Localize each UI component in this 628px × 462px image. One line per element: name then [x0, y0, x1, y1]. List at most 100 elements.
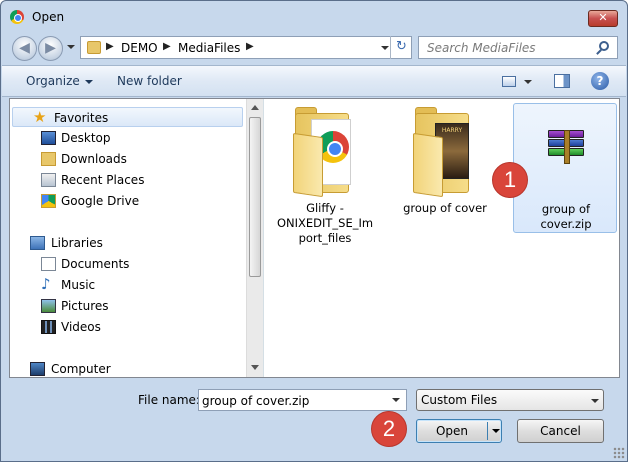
file-label-line: port_files	[298, 231, 352, 245]
sidebar-item-label: Music	[61, 278, 96, 292]
folder-chrome-icon	[293, 107, 355, 198]
step-badge-2: 2	[371, 411, 407, 447]
scrollbar-thumb[interactable]	[249, 117, 261, 277]
folder-front	[293, 132, 323, 198]
refresh-icon[interactable]: ↻	[390, 36, 412, 59]
computer-icon	[30, 362, 45, 376]
navigation-pane-scrollbar[interactable]	[246, 99, 263, 377]
sidebar-item-desktop[interactable]: Desktop	[10, 128, 245, 148]
sidebar-item-music[interactable]: ♪ Music	[10, 275, 245, 295]
sidebar-item-videos[interactable]: Videos	[10, 317, 245, 337]
step-badge-1: 1	[492, 162, 528, 198]
views-chevron-down-icon[interactable]	[524, 80, 532, 84]
star-icon: ★	[33, 108, 47, 126]
open-options-chevron-down-icon[interactable]	[492, 429, 500, 433]
forward-button[interactable]: ▶	[38, 36, 63, 61]
filename-label: File name:	[138, 393, 200, 407]
filename-field[interactable]	[198, 389, 407, 411]
google-drive-icon	[41, 194, 56, 208]
file-label-line: ONIXEDIT_SE_Im	[276, 216, 374, 230]
filename-chevron-down-icon[interactable]	[392, 398, 400, 402]
resize-grip[interactable]	[613, 447, 625, 459]
sidebar-item-pictures[interactable]: Pictures	[10, 296, 245, 316]
open-button[interactable]: Open	[416, 419, 502, 443]
file-item-gliffy-folder[interactable]: Gliffy - ONIXEDIT_SE_Im port_files	[273, 103, 377, 245]
content-area: ★ Favorites Desktop Downloads Recent Pla…	[9, 98, 620, 378]
sidebar-item-recent-places[interactable]: Recent Places	[10, 170, 245, 190]
sidebar-item-favorites[interactable]: ★ Favorites	[12, 107, 243, 127]
libraries-icon	[30, 236, 45, 250]
chevron-down-icon	[84, 79, 93, 84]
preview-pane-icon[interactable]	[554, 74, 570, 88]
search-input[interactable]: Search MediaFiles	[418, 36, 618, 59]
change-view-icon[interactable]	[502, 76, 516, 87]
breadcrumb-separator[interactable]: ▶	[163, 41, 171, 52]
file-label: group of cover.zip	[514, 202, 618, 232]
navigation-pane: ★ Favorites Desktop Downloads Recent Pla…	[10, 99, 264, 377]
sidebar-item-libraries[interactable]: Libraries	[10, 233, 245, 253]
sidebar-item-google-drive[interactable]: Google Drive	[10, 191, 245, 211]
documents-icon	[41, 257, 56, 271]
command-toolbar: Organize New folder ?	[2, 65, 626, 97]
recent-locations-chevron-down-icon[interactable]	[67, 45, 75, 49]
file-list: Gliffy - ONIXEDIT_SE_Im port_files HARRY…	[265, 99, 619, 377]
file-label-line: group of	[541, 202, 591, 216]
address-chevron-down-icon[interactable]	[381, 46, 389, 50]
address-bar[interactable]: ▶ DEMO ▶ MediaFiles ▶ ↻	[80, 36, 412, 59]
file-label-line: group of cover	[403, 201, 487, 215]
scroll-up-icon[interactable]	[251, 105, 259, 110]
sidebar-item-documents[interactable]: Documents	[10, 254, 245, 274]
desktop-icon	[41, 131, 56, 145]
file-label-line: Gliffy -	[306, 201, 344, 215]
organize-button[interactable]: Organize	[26, 74, 93, 88]
organize-label: Organize	[26, 74, 80, 88]
navigation-bar: ◀ ▶ ▶ DEMO ▶ MediaFiles ▶ ↻ Search Media…	[1, 31, 627, 63]
window-title: Open	[32, 10, 65, 24]
breadcrumb-separator[interactable]: ▶	[246, 41, 254, 52]
videos-icon	[41, 320, 56, 334]
sidebar-item-label: Desktop	[61, 131, 111, 145]
file-label-line: cover.zip	[540, 217, 592, 231]
sidebar-item-label: Videos	[61, 320, 101, 334]
file-item-group-of-cover-zip[interactable]: group of cover.zip	[513, 103, 617, 233]
folder-book-icon: HARRY	[413, 107, 475, 198]
recent-places-icon	[41, 173, 56, 187]
filename-input[interactable]	[202, 393, 382, 408]
breadcrumb-mediafiles[interactable]: MediaFiles	[178, 41, 240, 55]
folder-icon	[87, 41, 101, 54]
file-type-select[interactable]: Custom Files	[416, 389, 604, 411]
cancel-button[interactable]: Cancel	[517, 419, 604, 443]
folder-front	[413, 132, 443, 198]
search-icon[interactable]	[599, 41, 609, 51]
chevron-down-icon	[591, 399, 599, 403]
open-dialog: Open ✕ ◀ ▶ ▶ DEMO ▶ MediaFiles ▶ ↻ Searc…	[0, 0, 628, 462]
new-folder-button[interactable]: New folder	[117, 74, 182, 88]
sidebar-item-label: Libraries	[51, 236, 103, 250]
scroll-down-icon[interactable]	[251, 365, 259, 370]
sidebar-item-label: Computer	[51, 362, 111, 376]
pictures-icon	[41, 299, 56, 313]
sidebar-item-label: Downloads	[61, 152, 127, 166]
sidebar-item-label: Documents	[61, 257, 130, 271]
music-icon: ♪	[41, 275, 51, 293]
back-button[interactable]: ◀	[12, 36, 37, 61]
breadcrumb-demo[interactable]: DEMO	[121, 41, 158, 55]
sidebar-item-label: Recent Places	[61, 173, 145, 187]
sidebar-item-downloads[interactable]: Downloads	[10, 149, 245, 169]
close-button[interactable]: ✕	[588, 10, 618, 27]
file-item-group-of-cover-folder[interactable]: HARRY group of cover	[393, 103, 497, 233]
sidebar-item-label: Google Drive	[61, 194, 140, 208]
search-placeholder: Search MediaFiles	[427, 41, 536, 55]
open-button-label: Open	[435, 424, 469, 438]
file-label: group of cover	[393, 201, 497, 216]
breadcrumb-separator[interactable]: ▶	[106, 41, 114, 52]
chrome-icon	[10, 10, 24, 24]
sidebar-item-computer[interactable]: Computer	[10, 359, 245, 377]
sidebar-item-label: Favorites	[54, 111, 109, 125]
downloads-icon	[41, 152, 56, 166]
winrar-archive-icon	[534, 108, 596, 198]
title-bar: Open ✕	[1, 1, 627, 31]
rar-strap	[564, 130, 570, 164]
help-icon[interactable]: ?	[591, 72, 609, 90]
winrar-icon	[548, 130, 584, 164]
